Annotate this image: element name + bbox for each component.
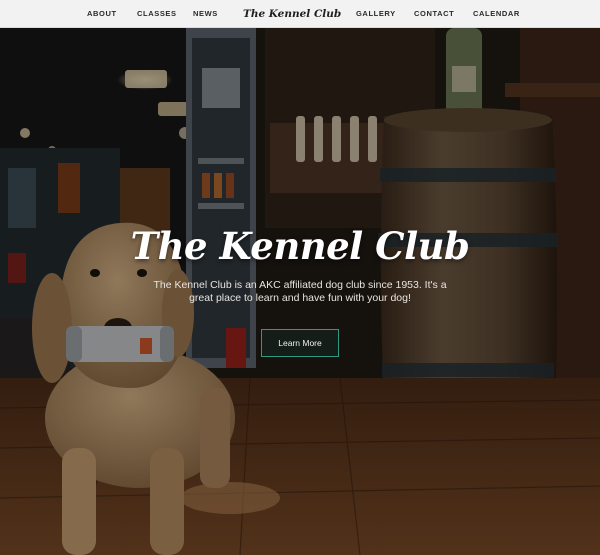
top-navbar: ABOUT CLASSES NEWS The Kennel Club GALLE… — [0, 0, 600, 28]
nav-link-calendar[interactable]: CALENDAR — [473, 0, 520, 28]
hero-description: The Kennel Club is an AKC affiliated dog… — [153, 279, 447, 304]
nav-link-gallery[interactable]: GALLERY — [356, 0, 396, 28]
nav-link-contact[interactable]: CONTACT — [414, 0, 454, 28]
brand-logo[interactable]: The Kennel Club — [243, 0, 341, 28]
nav-link-classes[interactable]: CLASSES — [137, 0, 177, 28]
nav-link-about[interactable]: ABOUT — [87, 0, 117, 28]
hero-section: The Kennel Club The Kennel Club is an AK… — [0, 28, 600, 555]
learn-more-button[interactable]: Learn More — [261, 329, 339, 357]
hero-title: The Kennel Club — [130, 224, 470, 268]
nav-link-news[interactable]: NEWS — [193, 0, 218, 28]
